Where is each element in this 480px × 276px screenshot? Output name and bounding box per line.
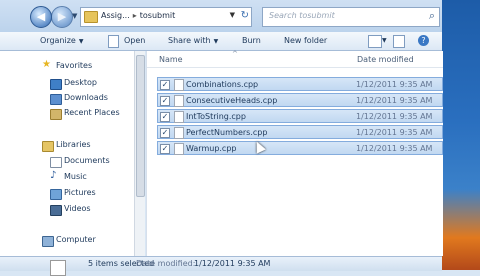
search-icon[interactable]: ⌕ [429, 9, 435, 23]
details-pane: 5 items selected Date modified: 1/12/201… [0, 256, 442, 276]
desktop-icon [50, 79, 62, 90]
file-name: IntToString.cpp [186, 112, 246, 121]
scrollbar-thumb[interactable] [136, 55, 145, 197]
command-bar: Organize ▼ Open Share with ▼ Burn New fold… [0, 32, 442, 51]
file-name: Combinations.cpp [186, 80, 259, 89]
file-name: ConsecutiveHeads.cpp [186, 96, 278, 105]
share-with-label: Share with [168, 36, 211, 45]
chevron-right-icon[interactable]: ▸ [133, 11, 137, 20]
nav-downloads-label: Downloads [64, 93, 108, 102]
file-name: Warmup.cpp [186, 144, 237, 153]
nav-desktop-label: Desktop [64, 78, 97, 87]
chevron-down-icon: ▼ [78, 38, 84, 45]
recent-places-icon [50, 109, 62, 120]
share-with-button[interactable]: Share with ▼ [168, 36, 218, 45]
breadcrumb-item[interactable]: tosubmit [140, 11, 176, 20]
chevron-down-icon: ▼ [213, 38, 219, 45]
help-icon[interactable]: ? [418, 35, 429, 46]
open-button[interactable]: Open [124, 36, 145, 45]
pictures-icon [50, 189, 62, 200]
file-row[interactable]: ✓ Warmup.cpp 1/12/2011 9:35 AM [157, 141, 443, 155]
checkbox[interactable]: ✓ [160, 80, 170, 90]
search-placeholder: Search tosubmit [269, 11, 335, 20]
sort-caret-icon: ^ [232, 50, 238, 58]
folder-icon [84, 11, 98, 23]
nav-favorites-label: Favorites [56, 61, 93, 70]
chevron-down-icon[interactable]: ▼ [382, 37, 387, 44]
explorer-window: ◀ ▶ ▼ Assig... ▸ tosubmit ▼ ↻ Search tosub… [0, 0, 480, 276]
checkbox[interactable]: ✓ [160, 112, 170, 122]
file-date: 1/12/2011 9:35 AM [356, 112, 433, 121]
file-name: PerfectNumbers.cpp [186, 128, 268, 137]
nav-recent-places-label: Recent Places [64, 108, 120, 117]
checkbox[interactable]: ✓ [160, 144, 170, 154]
nav-videos-label: Videos [64, 204, 91, 213]
star-icon: ★ [42, 59, 51, 70]
column-name[interactable]: Name [159, 55, 183, 64]
search-input[interactable]: Search tosubmit ⌕ [262, 7, 440, 27]
breadcrumb-item[interactable]: Assig... [101, 11, 130, 20]
checkbox[interactable]: ✓ [160, 128, 170, 138]
downloads-icon [50, 94, 62, 105]
navigation-pane: ★ Favorites Desktop Downloads Recent Pla… [0, 51, 145, 256]
file-icon [174, 143, 184, 155]
refresh-icon[interactable]: ↻ [241, 10, 249, 21]
breadcrumb[interactable]: Assig... ▸ tosubmit [101, 11, 175, 20]
view-options-icon[interactable] [368, 35, 382, 48]
computer-icon [42, 236, 54, 247]
file-icon [174, 95, 184, 107]
nav-libraries-label: Libraries [56, 140, 91, 149]
music-icon: ♪ [50, 170, 57, 181]
libraries-icon [42, 141, 54, 152]
file-icon [174, 127, 184, 139]
chevron-down-icon[interactable]: ▼ [230, 11, 235, 19]
column-date-modified[interactable]: Date modified [357, 55, 414, 64]
file-date: 1/12/2011 9:35 AM [356, 96, 433, 105]
file-row[interactable]: ✓ IntToString.cpp 1/12/2011 9:35 AM [157, 109, 443, 123]
forward-button[interactable]: ▶ [51, 6, 73, 28]
file-row[interactable]: ✓ ConsecutiveHeads.cpp 1/12/2011 9:35 AM [157, 93, 443, 107]
preview-pane-icon[interactable] [393, 35, 405, 48]
file-icon [50, 260, 66, 276]
nav-pictures-label: Pictures [64, 188, 96, 197]
nav-scrollbar[interactable] [134, 51, 145, 256]
organize-label: Organize [40, 36, 76, 45]
documents-icon [50, 157, 62, 168]
file-date: 1/12/2011 9:35 AM [356, 144, 433, 153]
nav-documents-label: Documents [64, 156, 110, 165]
back-button[interactable]: ◀ [30, 6, 52, 28]
date-modified-value: 1/12/2011 9:35 AM [194, 259, 271, 268]
burn-button[interactable]: Burn [242, 36, 261, 45]
file-row[interactable]: ✓ Combinations.cpp 1/12/2011 9:35 AM [157, 77, 443, 91]
list-header: ^ Name Date modified [147, 50, 443, 68]
date-modified-label: Date modified: [136, 259, 196, 268]
file-icon [174, 79, 184, 91]
open-file-icon [108, 35, 119, 48]
address-input[interactable]: Assig... ▸ tosubmit ▼ ↻ [80, 7, 252, 27]
file-icon [174, 111, 184, 123]
address-bar-area: ◀ ▶ ▼ Assig... ▸ tosubmit ▼ ↻ Search tosub… [0, 0, 442, 33]
nav-computer-label: Computer [56, 235, 96, 244]
organize-button[interactable]: Organize ▼ [40, 36, 83, 45]
new-folder-button[interactable]: New folder [284, 36, 327, 45]
videos-icon [50, 205, 62, 216]
file-date: 1/12/2011 9:35 AM [356, 80, 433, 89]
file-date: 1/12/2011 9:35 AM [356, 128, 433, 137]
file-list: ^ Name Date modified ✓ Combinations.cpp … [146, 50, 443, 256]
desktop-background [442, 0, 480, 270]
file-row[interactable]: ✓ PerfectNumbers.cpp 1/12/2011 9:35 AM [157, 125, 443, 139]
chevron-down-icon[interactable]: ▼ [72, 12, 77, 20]
nav-music-label: Music [64, 172, 87, 181]
checkbox[interactable]: ✓ [160, 96, 170, 106]
